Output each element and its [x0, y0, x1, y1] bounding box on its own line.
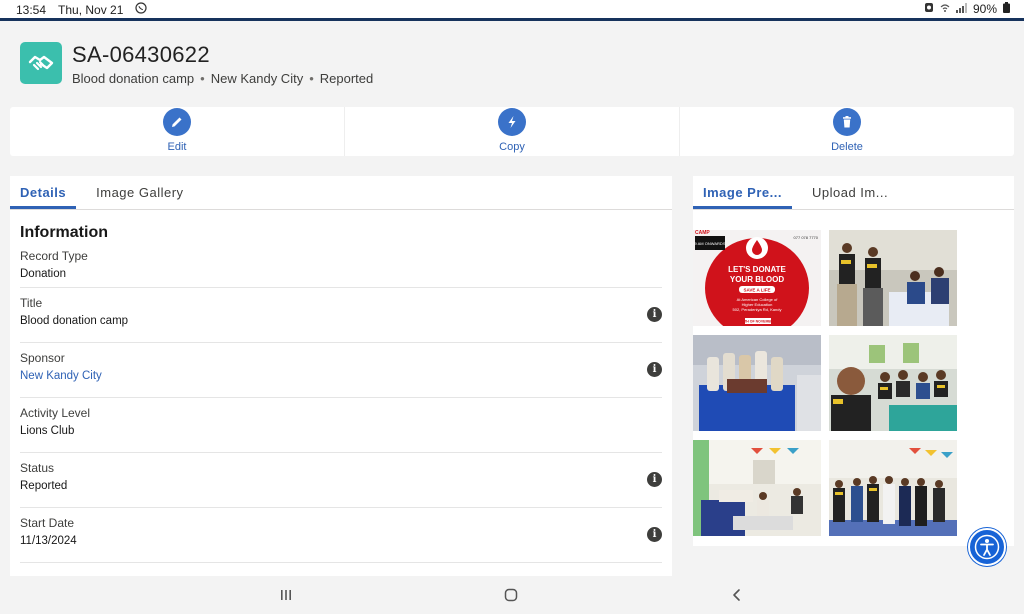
record-type-name: Blood donation camp: [72, 71, 195, 86]
field-value: 11/13/2024: [20, 535, 77, 547]
svg-text:077 078 7770: 077 078 7770: [794, 235, 819, 240]
status-bar: 13:54 Thu, Nov 21 90%: [0, 0, 1024, 18]
info-icon[interactable]: i: [647, 362, 662, 377]
record-sponsor-name: New Kandy City: [210, 71, 304, 86]
image-thumbnail[interactable]: CAMP 077 078 7770 9 AM ONWARDS LET'S DON…: [693, 230, 821, 326]
field-activity-level: Activity Level Lions Club: [20, 398, 662, 453]
pencil-icon: [163, 108, 191, 136]
alarm-icon: [924, 2, 934, 16]
field-label: Sponsor: [20, 351, 65, 365]
field-value: Donation: [20, 268, 67, 280]
home-button[interactable]: [500, 584, 522, 606]
photo-classroom-donors: [693, 440, 821, 536]
status-time: 13:54: [16, 2, 47, 17]
field-title: Title Blood donation camp i: [20, 288, 662, 343]
field-start-date: Start Date 11/13/2024 i: [20, 508, 662, 563]
status-date: Thu, Nov 21: [58, 2, 124, 17]
svg-text:YOUR BLOOD: YOUR BLOOD: [730, 275, 784, 284]
accessibility-button[interactable]: [968, 528, 1006, 566]
accessibility-icon: [974, 534, 1000, 560]
system-nav-bar: [0, 576, 1024, 614]
delete-button[interactable]: Delete: [680, 107, 1014, 156]
recent-apps-icon: [281, 590, 291, 600]
wifi-icon: [940, 2, 950, 16]
battery-percent: 90%: [972, 2, 997, 16]
svg-text:9 AM ONWARDS: 9 AM ONWARDS: [695, 241, 726, 246]
image-thumbnail[interactable]: [829, 440, 957, 536]
photo-team-group: [829, 440, 957, 536]
svg-text:LET'S DONATE: LET'S DONATE: [728, 265, 786, 274]
whatsapp-icon: [135, 2, 148, 17]
image-thumbnail[interactable]: [693, 335, 821, 431]
record-status-name: Reported: [319, 71, 374, 86]
field-value: Lions Club: [20, 425, 75, 437]
trash-icon: [833, 108, 861, 136]
sponsor-link[interactable]: New Kandy City: [20, 370, 662, 382]
tab-details[interactable]: Details: [10, 176, 77, 209]
field-sponsor: Sponsor New Kandy City i: [20, 343, 662, 398]
details-panel: Details Image Gallery Information Record…: [10, 176, 672, 576]
section-title: Information: [20, 224, 108, 241]
handshake-icon: [20, 42, 62, 84]
field-record-type: Record Type Donation: [20, 242, 662, 288]
field-label: Status: [20, 461, 55, 475]
photo-volunteers-registration: [829, 230, 957, 326]
info-icon[interactable]: i: [647, 527, 662, 542]
header-divider: [0, 18, 1024, 21]
field-label: Record Type: [20, 249, 88, 263]
lightning-icon: [498, 108, 526, 136]
separator-dot: •: [309, 71, 314, 86]
field-label: Activity Level: [20, 406, 91, 420]
field-label: Title: [20, 296, 43, 310]
field-value: Reported: [20, 480, 68, 492]
svg-text:13TH OF NOVEMBER: 13TH OF NOVEMBER: [740, 320, 776, 324]
tab-image-gallery[interactable]: Image Gallery: [86, 176, 193, 209]
edit-button[interactable]: Edit: [10, 107, 345, 156]
back-button[interactable]: [726, 584, 748, 606]
record-title: SA-06430622: [72, 42, 210, 67]
delete-label: Delete: [831, 141, 863, 153]
signal-icon: [955, 2, 967, 16]
blood-donation-poster: CAMP 077 078 7770 9 AM ONWARDS LET'S DON…: [693, 230, 821, 326]
copy-button[interactable]: Copy: [345, 107, 680, 156]
svg-text:CAMP: CAMP: [695, 230, 710, 236]
edit-label: Edit: [167, 141, 187, 153]
tab-image-preview[interactable]: Image Pre...: [693, 176, 792, 209]
image-thumbnail[interactable]: [829, 335, 957, 431]
field-status: Status Reported i: [20, 453, 662, 508]
image-thumbnail[interactable]: [829, 230, 957, 326]
info-icon[interactable]: i: [647, 472, 662, 487]
image-tabs: Image Pre... Upload Im...: [693, 176, 1014, 210]
copy-label: Copy: [499, 141, 525, 153]
photo-blood-bags: [693, 335, 821, 431]
svg-text:SAVE A LIFE: SAVE A LIFE: [743, 288, 770, 293]
image-thumbnail[interactable]: [693, 440, 821, 536]
photo-group-selfie: [829, 335, 957, 431]
back-icon: [733, 589, 740, 601]
separator-dot: •: [200, 71, 205, 86]
record-subtitle: Blood donation camp • New Kandy City • R…: [72, 71, 373, 86]
home-icon: [504, 588, 518, 602]
recent-apps-button[interactable]: [275, 584, 297, 606]
action-bar: Edit Copy Delete: [10, 107, 1014, 156]
info-icon[interactable]: i: [647, 307, 662, 322]
image-panel: Image Pre... Upload Im... CAMP 077 078 7…: [693, 176, 1014, 546]
battery-icon: [1003, 2, 1010, 16]
tab-upload-image[interactable]: Upload Im...: [802, 176, 898, 209]
field-value: Blood donation camp: [20, 315, 129, 327]
svg-text:502, Peradeniya Rd, Kandy: 502, Peradeniya Rd, Kandy: [733, 307, 782, 312]
field-label: Start Date: [20, 516, 75, 530]
details-tabs: Details Image Gallery: [10, 176, 672, 210]
